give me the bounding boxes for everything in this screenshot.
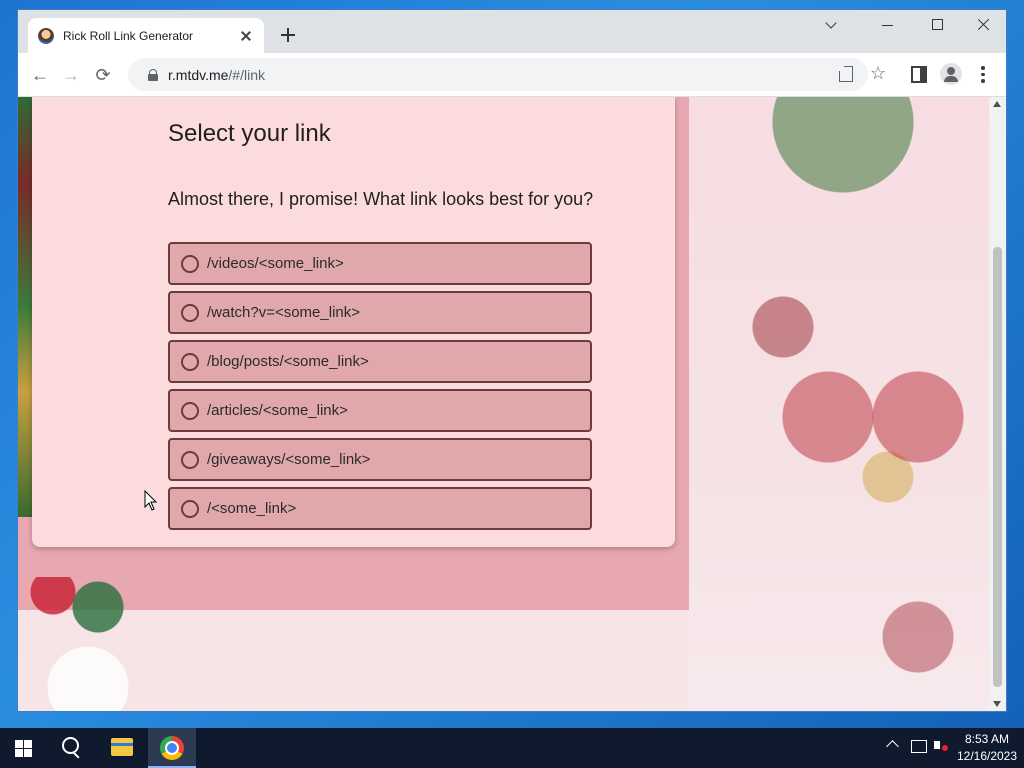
option-label: /<some_link> [207, 500, 297, 517]
browser-toolbar: ← → ⟳ r.mtdv.me/#/link ☆ [18, 53, 1006, 97]
option-label: /giveaways/<some_link> [207, 451, 371, 468]
christmas-left-decoration [18, 97, 32, 517]
minimize-button[interactable] [864, 10, 910, 40]
forward-arrow-icon[interactable]: → [61, 65, 81, 85]
close-window-button[interactable] [960, 10, 1006, 40]
bookmark-star-icon[interactable]: ☆ [870, 63, 886, 84]
volume-muted-icon[interactable] [934, 741, 948, 751]
windows-start-icon[interactable] [15, 740, 32, 757]
taskbar-search-icon[interactable] [60, 736, 84, 760]
tab-title: Rick Roll Link Generator [63, 28, 194, 43]
url-path: /#/link [228, 66, 265, 83]
link-option-videos[interactable]: /videos/<some_link> [168, 242, 592, 285]
radio-icon[interactable] [181, 352, 199, 371]
link-selection-card: Select your link Almost there, I promise… [32, 97, 675, 547]
christmas-background-image [688, 97, 989, 711]
windows-taskbar: 8:53 AM 12/16/2023 [0, 728, 1024, 768]
taskbar-chrome-button[interactable] [148, 728, 196, 768]
tab-search-chevron-icon[interactable] [822, 17, 842, 33]
vertical-scrollbar[interactable] [989, 97, 1006, 711]
page-subtitle: Almost there, I promise! What link looks… [168, 189, 594, 209]
link-option-watch[interactable]: /watch?v=<some_link> [168, 291, 592, 334]
profile-avatar-icon[interactable] [940, 63, 962, 85]
taskbar-clock[interactable]: 8:53 AM 12/16/2023 [955, 731, 1019, 765]
option-label: /articles/<some_link> [207, 402, 348, 419]
back-arrow-icon[interactable]: ← [30, 65, 50, 85]
maximize-button[interactable] [914, 10, 960, 40]
file-explorer-icon[interactable] [111, 738, 133, 756]
link-options-list: /videos/<some_link> /watch?v=<some_link>… [168, 242, 592, 536]
more-menu-icon[interactable] [981, 66, 985, 84]
radio-icon[interactable] [181, 499, 199, 518]
address-bar[interactable]: r.mtdv.me/#/link [128, 58, 868, 91]
clock-date: 12/16/2023 [956, 749, 1018, 763]
radio-icon[interactable] [181, 303, 199, 322]
link-option-articles[interactable]: /articles/<some_link> [168, 389, 592, 432]
network-icon[interactable] [911, 740, 927, 753]
tab-strip: Rick Roll Link Generator [18, 10, 1006, 53]
link-option-blog-posts[interactable]: /blog/posts/<some_link> [168, 340, 592, 383]
option-label: /watch?v=<some_link> [207, 304, 361, 321]
share-icon[interactable] [838, 66, 854, 82]
radio-icon[interactable] [181, 254, 199, 273]
link-option-giveaways[interactable]: /giveaways/<some_link> [168, 438, 592, 481]
scrollbar-thumb[interactable] [993, 247, 1002, 687]
browser-window: Rick Roll Link Generator ← → ⟳ r.mtdv.me… [18, 10, 1006, 711]
side-panel-icon[interactable] [911, 66, 927, 83]
lock-icon[interactable] [148, 68, 158, 81]
scroll-up-arrow-icon[interactable] [993, 101, 1001, 107]
reload-icon[interactable]: ⟳ [93, 65, 113, 85]
radio-icon[interactable] [181, 401, 199, 420]
rick-favicon-icon [38, 27, 54, 44]
new-tab-plus-icon[interactable] [278, 25, 298, 45]
ornament-decoration [18, 577, 178, 711]
clock-time: 8:53 AM [964, 732, 1010, 746]
option-label: /blog/posts/<some_link> [207, 353, 369, 370]
url-text[interactable]: r.mtdv.me/#/link [168, 67, 265, 83]
link-option-root[interactable]: /<some_link> [168, 487, 592, 530]
radio-icon[interactable] [181, 450, 199, 469]
tab-close-icon[interactable] [238, 28, 254, 44]
browser-tab[interactable]: Rick Roll Link Generator [28, 18, 264, 53]
chrome-icon [160, 736, 184, 760]
tray-overflow-chevron-icon[interactable] [886, 740, 899, 753]
page-title: Select your link [168, 120, 331, 147]
scroll-down-arrow-icon[interactable] [993, 701, 1001, 707]
page-viewport: Select your link Almost there, I promise… [18, 97, 989, 711]
option-label: /videos/<some_link> [207, 255, 344, 272]
url-host: r.mtdv.me [168, 66, 229, 83]
